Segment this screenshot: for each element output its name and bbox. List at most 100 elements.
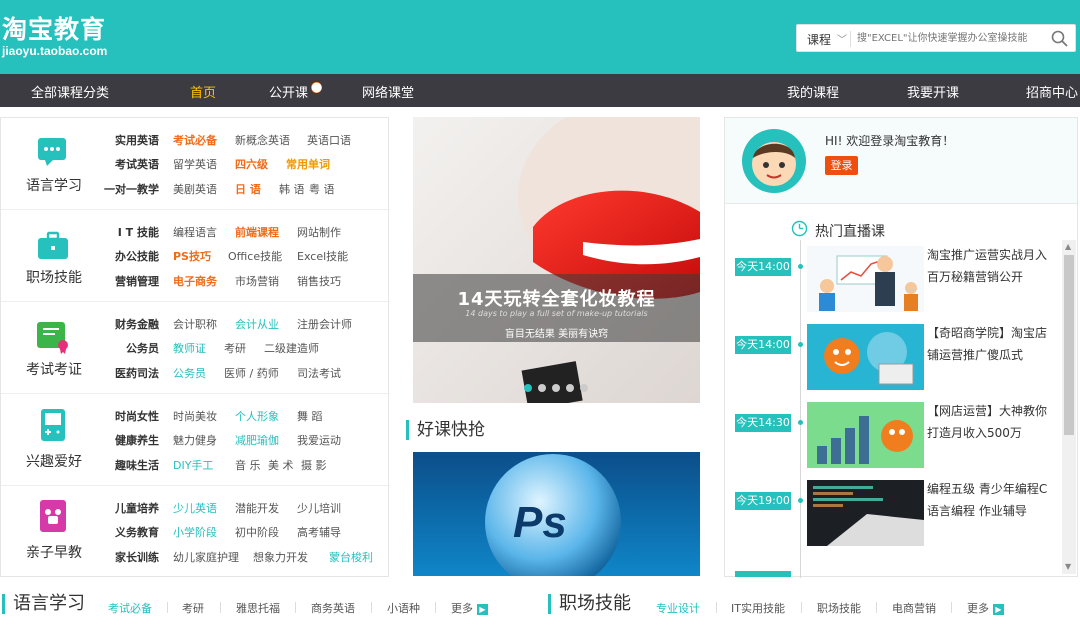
subcat-link[interactable]: 趣味生活 <box>97 457 159 473</box>
category-title[interactable]: 亲子早教 <box>11 542 97 562</box>
section-tab[interactable]: 专业设计 <box>656 600 700 616</box>
subcat-link[interactable]: 会计职称 <box>173 316 235 332</box>
subcat-link[interactable]: 摄 影 <box>301 457 327 473</box>
section-tab[interactable]: 电商营销 <box>892 600 936 616</box>
subcat-link[interactable]: 营销管理 <box>97 273 159 289</box>
category-title[interactable]: 兴趣爱好 <box>11 451 97 471</box>
nav-my-courses[interactable]: 我的课程 <box>787 82 839 101</box>
live-thumbnail[interactable] <box>807 246 924 312</box>
subcat-link[interactable]: 高考辅导 <box>297 524 341 540</box>
subcat-link[interactable]: 会计从业 <box>235 316 297 332</box>
section-tab[interactable]: 考研 <box>182 600 204 616</box>
live-item[interactable]: 今天14:30 【网店运营】大神教你打造月收入500万 <box>735 402 1065 484</box>
search-icon[interactable] <box>1050 29 1070 49</box>
subcat-link[interactable]: 电子商务 <box>173 273 235 289</box>
subcat-link[interactable]: 日 语 <box>235 181 279 197</box>
subcat-link[interactable]: 想象力开发 <box>253 549 329 565</box>
subcat-link[interactable]: 初中阶段 <box>235 524 297 540</box>
subcat-link[interactable]: 家长训练 <box>97 549 159 565</box>
subcat-link[interactable]: 我爱运动 <box>297 432 341 448</box>
subcat-link[interactable]: 四六级 <box>235 156 286 172</box>
nav-open-class[interactable]: 公开课 <box>269 82 308 101</box>
subcat-link[interactable]: 英语口语 <box>307 132 351 148</box>
nav-create-course[interactable]: 我要开课 <box>907 82 959 101</box>
nav-all-categories[interactable]: 全部课程分类 <box>31 82 109 101</box>
search-type-select[interactable]: 课程 <box>807 31 831 48</box>
login-button[interactable]: 登录 <box>825 156 858 175</box>
subcat-link[interactable]: Office技能 <box>228 248 297 264</box>
subcat-link[interactable]: Excel技能 <box>297 248 348 264</box>
nav-online-class[interactable]: 网络课堂 <box>362 82 414 101</box>
subcat-link[interactable]: DIY手工 <box>173 457 235 473</box>
subcat-link[interactable]: 时尚美妆 <box>173 408 235 424</box>
subcat-link[interactable]: 小学阶段 <box>173 524 235 540</box>
more-link[interactable]: 更多 ▶ <box>451 600 488 616</box>
section-tab[interactable]: IT实用技能 <box>731 600 785 616</box>
subcat-link[interactable]: 医师 / 药师 <box>224 365 297 381</box>
subcat-link[interactable]: 编程语言 <box>173 224 235 240</box>
subcat-link[interactable]: 少儿培训 <box>297 500 341 516</box>
live-item[interactable]: 今天14:00 【奇昭商学院】淘宝店铺运营推广傻瓜式 <box>735 324 1065 406</box>
subcat-link[interactable]: I T 技能 <box>97 224 159 240</box>
subcat-link[interactable]: 实用英语 <box>97 132 159 148</box>
subcat-link[interactable]: 留学英语 <box>173 156 235 172</box>
live-title[interactable]: 【网店运营】大神教你打造月收入500万 <box>927 400 1053 444</box>
subcat-link[interactable]: 常用单词 <box>286 156 330 172</box>
category-title[interactable]: 考试考证 <box>11 359 97 379</box>
live-thumbnail[interactable] <box>807 480 924 546</box>
scroll-up-icon[interactable]: ▲ <box>1065 242 1071 251</box>
section-tab[interactable]: 雅思托福 <box>236 600 280 616</box>
category-title[interactable]: 语言学习 <box>11 175 97 195</box>
subcat-link[interactable]: 考试英语 <box>97 156 159 172</box>
subcat-link[interactable]: 健康养生 <box>97 432 159 448</box>
subcat-link[interactable]: 义务教育 <box>97 524 159 540</box>
subcat-link[interactable]: 市场营销 <box>235 273 297 289</box>
subcat-link[interactable]: 魅力健身 <box>173 432 235 448</box>
subcat-link[interactable]: 儿童培养 <box>97 500 159 516</box>
subcat-link[interactable]: 财务金融 <box>97 316 159 332</box>
search-input[interactable] <box>857 26 1037 50</box>
section-tab[interactable]: 职场技能 <box>817 600 861 616</box>
live-item[interactable]: 今天14:00 淘宝推广运营实战月入百万秘籍营销公开 <box>735 246 1065 328</box>
subcat-link[interactable]: 注册会计师 <box>297 316 352 332</box>
subcat-link[interactable]: 蒙台梭利 <box>329 549 373 565</box>
hero-banner[interactable]: 14天玩转全套化妆教程 14 days to play a full set o… <box>413 117 700 403</box>
subcat-link[interactable]: 个人形象 <box>235 408 297 424</box>
subcat-link[interactable]: 公务员 <box>97 340 159 356</box>
subcat-link[interactable]: 少儿英语 <box>173 500 235 516</box>
subcat-link[interactable]: 美剧英语 <box>173 181 235 197</box>
scroll-down-icon[interactable]: ▼ <box>1065 562 1071 571</box>
live-thumbnail[interactable] <box>807 324 924 390</box>
subcat-link[interactable]: 粤 语 <box>309 181 335 197</box>
site-logo[interactable]: 淘宝教育 jiaoyu.taobao.com <box>2 16 107 59</box>
subcat-link[interactable]: 考试必备 <box>173 132 235 148</box>
subcat-link[interactable]: 潜能开发 <box>235 500 297 516</box>
more-link[interactable]: 更多 ▶ <box>967 600 1004 616</box>
live-thumbnail[interactable] <box>807 402 924 468</box>
live-scrollbar[interactable]: ▲ ▼ <box>1062 240 1076 574</box>
subcat-link[interactable]: 美 术 <box>268 457 301 473</box>
nav-business-center[interactable]: 招商中心 <box>1026 82 1078 101</box>
subcat-link[interactable]: 网站制作 <box>297 224 341 240</box>
nav-home[interactable]: 首页 <box>190 82 216 101</box>
subcat-link[interactable]: 音 乐 <box>235 457 268 473</box>
subcat-link[interactable]: 销售技巧 <box>297 273 341 289</box>
subcat-link[interactable]: PS技巧 <box>173 248 228 264</box>
live-title[interactable]: 编程五级 青少年编程C语言编程 作业辅导 <box>927 478 1053 522</box>
subcat-link[interactable]: 幼儿家庭护理 <box>173 549 253 565</box>
subcat-link[interactable]: 教师证 <box>173 340 224 356</box>
live-title[interactable]: 淘宝推广运营实战月入百万秘籍营销公开 <box>927 244 1053 288</box>
subcat-link[interactable]: 新概念英语 <box>235 132 307 148</box>
live-item[interactable]: 今天19:00 编程五级 青少年编程C语言编程 作业辅导 <box>735 480 1065 562</box>
scrollbar-thumb[interactable] <box>1064 255 1074 435</box>
section-tab[interactable]: 考试必备 <box>108 600 152 616</box>
subcat-link[interactable]: 减肥瑜伽 <box>235 432 297 448</box>
subcat-link[interactable]: 医药司法 <box>97 365 159 381</box>
subcat-link[interactable]: 办公技能 <box>97 248 159 264</box>
subcat-link[interactable]: 一对一教学 <box>101 181 159 197</box>
subcat-link[interactable]: 司法考试 <box>297 365 341 381</box>
hot-course-image[interactable]: Ps <box>413 452 700 576</box>
category-title[interactable]: 职场技能 <box>11 267 97 287</box>
section-tab[interactable]: 小语种 <box>387 600 420 616</box>
subcat-link[interactable]: 公务员 <box>173 365 224 381</box>
